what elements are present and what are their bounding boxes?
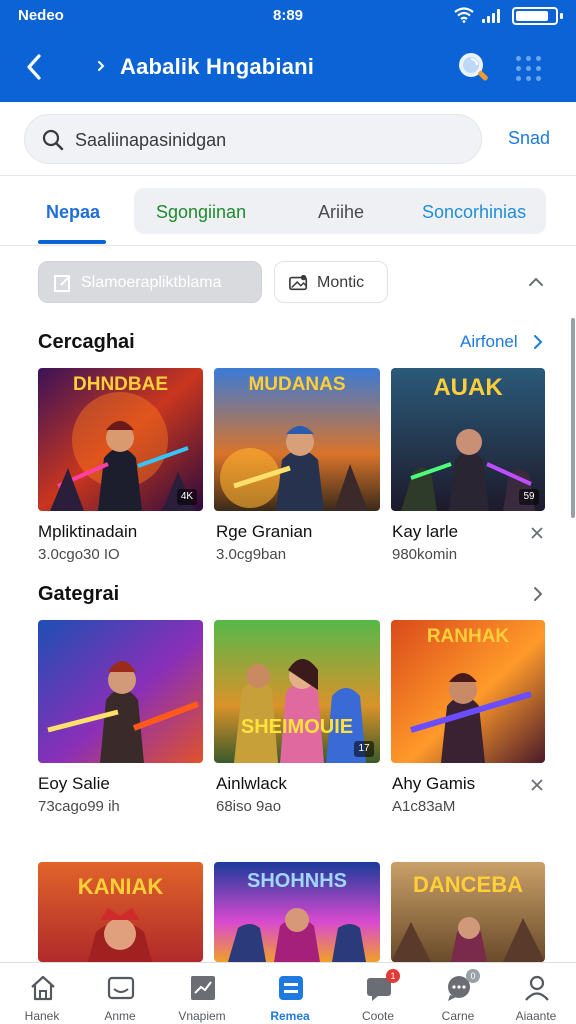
inbox-icon <box>107 976 135 1000</box>
search-placeholder: Saaliinapasinidgan <box>75 130 227 150</box>
filter-chip-label: Slamoerapliktblama <box>81 274 222 291</box>
card-banner-text: DHNDBAE <box>73 374 168 395</box>
magnifier-icon <box>42 129 64 151</box>
nav-item-home[interactable]: Hanek <box>4 963 80 1024</box>
page-title: Aabalik Hngabiani <box>120 54 315 79</box>
signal-icon <box>482 9 502 23</box>
back-arrow-icon <box>27 54 41 80</box>
nav-item-aiaante[interactable]: Aiaante <box>498 963 574 1024</box>
card-title: Mpliktinadain <box>38 522 138 541</box>
chart-icon <box>191 976 215 1000</box>
app-screen: Nedeo 8:89 Aabalik Hngabiani Saaliinapas… <box>0 0 576 1024</box>
see-all-link[interactable]: Airfonel <box>460 332 518 352</box>
game-card-image[interactable]: SHOHNHS <box>214 862 380 962</box>
card-subtitle: A1c83aM <box>392 798 456 815</box>
card-subtitle: 980komin <box>392 546 458 563</box>
search-row: Saaliinapasinidgan Snad <box>0 102 576 176</box>
nav-item-vnapiem[interactable]: Vnapiem <box>164 963 240 1024</box>
card-title: Rge Granian <box>216 522 313 541</box>
nav-label: Vnapiem <box>178 1009 226 1023</box>
card-banner-text: MUDANAS <box>248 374 346 395</box>
tab-soncorhinias[interactable]: Soncorhinias <box>422 202 526 223</box>
section-title: Cercaghai <box>38 331 135 353</box>
card-subtitle: 68iso 9ao <box>216 798 282 815</box>
game-card-image[interactable]: RANHAK <box>391 620 545 763</box>
card-corner-badge: 59 <box>519 489 539 505</box>
game-card-image[interactable]: MUDANAS <box>214 368 380 511</box>
filter-chip-primary[interactable]: Slamoerapliktblama <box>38 261 262 303</box>
tab-bar: Nepaa Sgongiinan Ariihe Soncorhinias <box>0 176 576 246</box>
chevron-right-icon <box>96 58 106 74</box>
nav-label: Coote <box>361 1009 395 1023</box>
edit-icon <box>54 275 71 292</box>
nav-item-coote[interactable]: 1 Coote <box>340 963 416 1024</box>
send-button[interactable]: Snad <box>508 128 550 149</box>
nav-label: Hanek <box>24 1009 60 1023</box>
game-card-image[interactable] <box>38 620 203 763</box>
back-button[interactable] <box>20 50 50 84</box>
card-banner-text: SHEIMOUIE <box>240 716 354 738</box>
grid-menu-icon[interactable] <box>514 54 544 84</box>
battery-icon <box>512 7 563 25</box>
search-action-button[interactable] <box>456 50 492 86</box>
nav-label: Anme <box>104 1009 136 1023</box>
card-corner-badge: 4K <box>177 489 197 505</box>
card-title: Ahy Gamis <box>392 774 476 793</box>
card-subtitle: 3.0cg9ban <box>216 546 287 563</box>
bottom-navigation: Hanek Anme Vnapiem Remea 1 Coote 0 Carne… <box>0 962 576 1024</box>
home-icon <box>31 975 55 1001</box>
card-banner-text: KANIAK <box>77 874 164 899</box>
profile-icon <box>525 975 549 1001</box>
nav-item-carne[interactable]: 0 Carne <box>420 963 496 1024</box>
card-corner-badge: 17 <box>354 741 374 757</box>
app-bar: Aabalik Hngabiani <box>0 40 576 94</box>
card-title: Kay larle <box>392 522 459 541</box>
notification-badge: 1 <box>386 969 400 983</box>
active-tab-indicator <box>38 240 106 244</box>
dismiss-icon[interactable] <box>529 525 545 541</box>
wifi-icon <box>454 7 474 27</box>
filter-chip-secondary[interactable]: Montic <box>274 261 388 303</box>
game-card-image[interactable]: AUAK 59 <box>391 368 545 511</box>
top-bar: Nedeo 8:89 Aabalik Hngabiani <box>0 0 576 102</box>
card-banner-text: DANCEBA <box>413 872 523 897</box>
collapse-button[interactable] <box>524 270 548 294</box>
chevron-right-icon[interactable] <box>530 332 546 352</box>
nav-label: Aiaante <box>515 1009 557 1023</box>
card-subtitle: 73cago99 ih <box>38 798 120 815</box>
tab-sgongiinan[interactable]: Sgongiinan <box>156 202 246 223</box>
battery-level <box>516 11 548 21</box>
section-title: Gategrai <box>38 583 120 605</box>
chevron-up-icon <box>529 277 543 286</box>
nav-label: Remea <box>270 1009 310 1023</box>
nav-item-anme[interactable]: Anme <box>82 963 158 1024</box>
game-card-image[interactable]: DANCEBA <box>391 862 545 962</box>
status-bar: Nedeo 8:89 <box>0 0 576 30</box>
tab-nepaa[interactable]: Nepaa <box>46 202 100 223</box>
library-icon <box>279 976 303 1000</box>
tab-ariihe[interactable]: Ariihe <box>318 202 364 223</box>
notification-badge: 0 <box>466 969 480 983</box>
scrollbar-thumb[interactable] <box>571 318 575 518</box>
game-artwork-icon <box>38 620 203 763</box>
nav-item-remea[interactable]: Remea <box>252 963 328 1024</box>
card-title: Eoy Salie <box>38 774 110 793</box>
search-input[interactable]: Saaliinapasinidgan <box>24 114 482 164</box>
card-title: Ainlwlack <box>216 774 287 793</box>
chevron-right-icon[interactable] <box>530 584 546 604</box>
search-icon <box>459 53 488 81</box>
game-card-image[interactable]: DHNDBAE 4K <box>38 368 203 511</box>
card-banner-text: RANHAK <box>426 626 510 647</box>
card-subtitle: 3.0cgo30 IO <box>38 546 120 563</box>
image-icon <box>289 274 308 291</box>
game-card-image[interactable]: SHEIMOUIE 17 <box>214 620 380 763</box>
game-card-image[interactable]: KANIAK <box>38 862 203 962</box>
card-banner-text: SHOHNHS <box>246 870 347 892</box>
card-banner-text: AUAK <box>433 374 503 401</box>
dismiss-icon[interactable] <box>529 777 545 793</box>
nav-label: Carne <box>441 1009 475 1023</box>
filter-chip-label: Montic <box>317 274 365 291</box>
